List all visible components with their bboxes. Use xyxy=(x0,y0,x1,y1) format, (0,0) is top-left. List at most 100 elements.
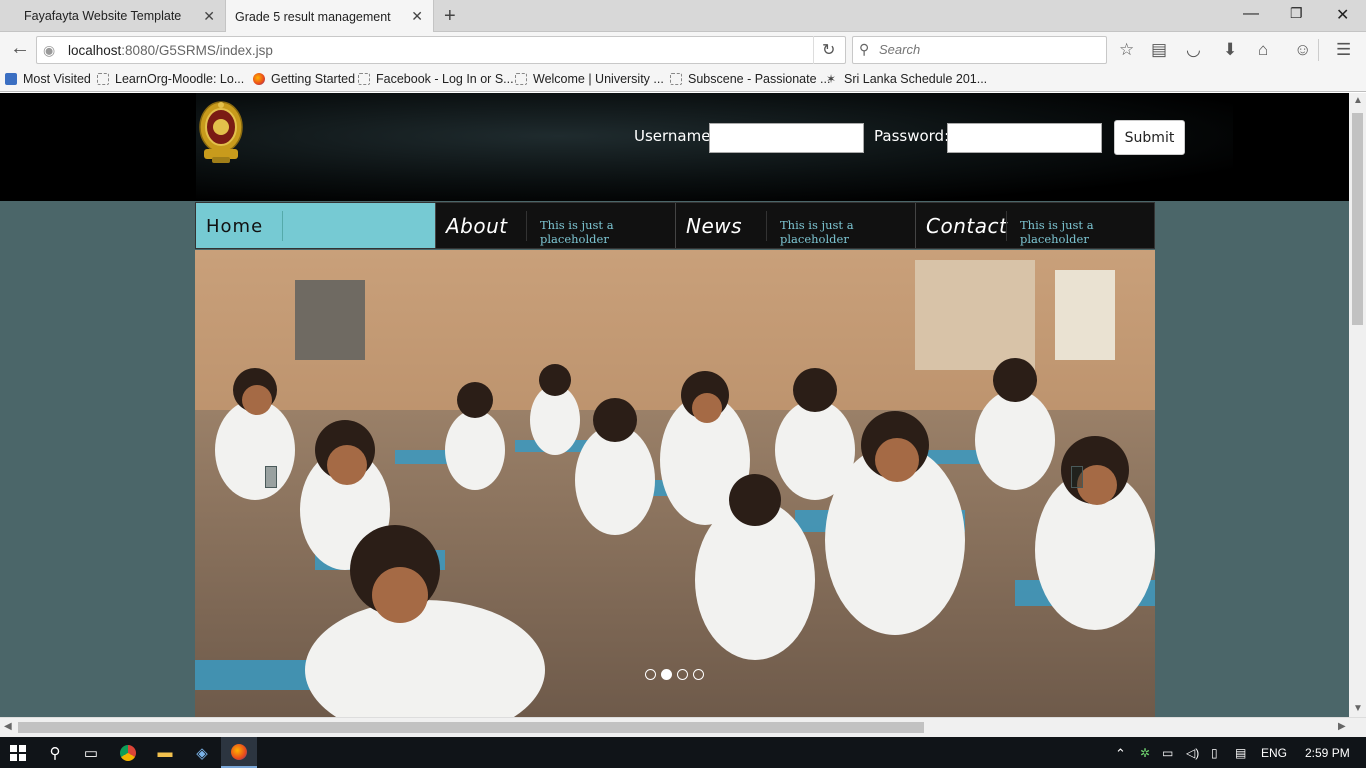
slider-dot[interactable] xyxy=(693,669,704,680)
action-center-icon[interactable]: ▤ xyxy=(1235,746,1246,760)
username-field[interactable] xyxy=(709,123,864,153)
main-menu: Home About This is just a placeholder Ne… xyxy=(195,202,1155,249)
site-header: Username: Password: Submit xyxy=(0,93,1349,201)
menu-separator xyxy=(766,211,767,241)
home-icon[interactable]: ⌂ xyxy=(1258,40,1268,60)
tab-grade5[interactable]: Grade 5 result management ✕ xyxy=(225,0,434,33)
downloads-icon[interactable]: ⬇ xyxy=(1223,40,1237,60)
slider-dot[interactable] xyxy=(645,669,656,680)
vertical-scrollbar[interactable]: ▲ ▼ xyxy=(1349,93,1366,717)
windows-taskbar: ⚲ ▭ ▬ ◈ ⌃ ✲ ▭ ◁) ▯ ▤ ENG 2:59 PM xyxy=(0,737,1366,768)
chrome-icon[interactable] xyxy=(110,737,146,768)
page-content: Username: Password: Submit Home About Th… xyxy=(0,93,1349,717)
task-view-icon[interactable]: ▭ xyxy=(74,737,108,768)
password-label: Password: xyxy=(874,127,950,145)
site-info-icon[interactable]: ◉ xyxy=(43,42,55,59)
minimize-icon[interactable]: — xyxy=(1243,5,1259,23)
scroll-thumb[interactable] xyxy=(18,722,924,733)
password-field[interactable] xyxy=(947,123,1102,153)
tab-title: Fayafayta Website Template xyxy=(24,9,182,23)
bookmarks-toolbar: Most Visited LearnOrg-Moodle: Lo... Gett… xyxy=(0,68,1366,92)
slider-prev-arrow[interactable] xyxy=(265,466,277,488)
navigation-toolbar: ← ◉ localhost:8080/G5SRMS/index.jsp ↻ ⚲ … xyxy=(0,32,1366,68)
menu-item-about[interactable]: About This is just a placeholder xyxy=(436,203,676,248)
classroom-photo xyxy=(195,250,1155,717)
reload-icon[interactable]: ↻ xyxy=(822,40,835,60)
star-icon: ✶ xyxy=(826,72,837,86)
most-visited-icon xyxy=(5,73,17,85)
menu-separator xyxy=(282,211,283,241)
search-input[interactable] xyxy=(879,42,1099,57)
new-tab-icon[interactable]: + xyxy=(444,4,456,28)
menu-item-home[interactable]: Home xyxy=(196,203,436,248)
bookmark-getting-started[interactable]: Getting Started xyxy=(253,72,355,86)
virtualbox-icon[interactable]: ◈ xyxy=(184,737,220,768)
language-indicator[interactable]: ENG xyxy=(1261,746,1287,760)
horizontal-scrollbar[interactable]: ◀ ▶ xyxy=(0,717,1366,737)
menu-item-label: About xyxy=(446,214,508,238)
search-icon: ⚲ xyxy=(859,41,870,57)
page-icon xyxy=(670,73,682,85)
scroll-down-icon[interactable]: ▼ xyxy=(1353,703,1363,714)
bookmark-learnorg[interactable]: LearnOrg-Moodle: Lo... xyxy=(97,72,244,86)
menu-item-desc: This is just a placeholder xyxy=(780,218,854,246)
search-bar[interactable]: ⚲ xyxy=(852,36,1107,64)
back-icon[interactable]: ← xyxy=(10,38,30,58)
bookmark-facebook[interactable]: Facebook - Log In or S... xyxy=(358,72,514,86)
bookmark-sri-lanka[interactable]: ✶ Sri Lanka Schedule 201... xyxy=(826,72,987,86)
tab-strip: Fayafayta Website Template ✕ Grade 5 res… xyxy=(0,0,1366,33)
slider-pagination xyxy=(645,669,704,680)
close-tab-icon[interactable]: ✕ xyxy=(411,8,423,25)
menu-item-label: Home xyxy=(206,216,264,237)
tab-fayafayta[interactable]: Fayafayta Website Template ✕ xyxy=(0,0,225,32)
restore-icon[interactable]: ❐ xyxy=(1290,5,1303,22)
tab-title: Grade 5 result management xyxy=(235,9,391,24)
scroll-thumb[interactable] xyxy=(1352,113,1363,325)
menu-icon[interactable]: ☰ xyxy=(1336,40,1351,60)
menu-item-label: Contact xyxy=(926,214,1008,238)
bookmark-subscene[interactable]: Subscene - Passionate ... xyxy=(670,72,830,86)
start-button[interactable] xyxy=(0,737,36,768)
url-text[interactable]: localhost:8080/G5SRMS/index.jsp xyxy=(68,43,273,58)
menu-item-desc: This is just a placeholder xyxy=(1020,218,1094,246)
search-icon[interactable]: ⚲ xyxy=(38,737,72,768)
tray-app-icon[interactable]: ✲ xyxy=(1140,746,1150,760)
reading-list-icon[interactable]: ▤ xyxy=(1151,40,1167,60)
scroll-left-icon[interactable]: ◀ xyxy=(4,721,12,732)
menu-item-news[interactable]: News This is just a placeholder xyxy=(676,203,916,248)
scroll-up-icon[interactable]: ▲ xyxy=(1353,95,1363,106)
slider-next-arrow[interactable] xyxy=(1071,466,1083,488)
chat-icon[interactable]: ☺ xyxy=(1294,40,1311,60)
page-icon xyxy=(515,73,527,85)
emblem-logo[interactable] xyxy=(198,99,244,165)
tray-expand-icon[interactable]: ⌃ xyxy=(1115,746,1126,762)
menu-separator xyxy=(1006,211,1007,241)
url-bar[interactable]: ◉ localhost:8080/G5SRMS/index.jsp ↻ xyxy=(36,36,846,64)
clock[interactable]: 2:59 PM xyxy=(1305,746,1350,760)
bookmark-university[interactable]: Welcome | University ... xyxy=(515,72,664,86)
close-window-icon[interactable]: ✕ xyxy=(1336,5,1349,25)
battery-icon[interactable]: ▭ xyxy=(1162,746,1173,760)
bookmark-most-visited[interactable]: Most Visited xyxy=(5,72,91,86)
volume-icon[interactable]: ◁) xyxy=(1186,746,1199,760)
scroll-right-icon[interactable]: ▶ xyxy=(1338,721,1346,732)
close-tab-icon[interactable]: ✕ xyxy=(203,8,215,25)
page-icon xyxy=(358,73,370,85)
bookmark-star-icon[interactable]: ☆ xyxy=(1119,40,1134,60)
url-separator xyxy=(813,36,814,64)
page-icon xyxy=(97,73,109,85)
slider-dot[interactable] xyxy=(677,669,688,680)
image-slider xyxy=(195,250,1155,717)
pocket-icon[interactable]: ◡ xyxy=(1186,40,1201,60)
slider-dot-active[interactable] xyxy=(661,669,672,680)
username-label: Username: xyxy=(634,127,716,145)
network-icon[interactable]: ▯ xyxy=(1211,746,1218,760)
firefox-icon xyxy=(253,73,265,85)
menu-separator xyxy=(526,211,527,241)
firefox-taskbar-icon[interactable] xyxy=(221,737,257,768)
toolbar-separator xyxy=(1318,39,1319,61)
file-explorer-icon[interactable]: ▬ xyxy=(147,737,183,768)
menu-item-label: News xyxy=(686,214,743,238)
submit-button[interactable]: Submit xyxy=(1114,120,1185,155)
menu-item-contact[interactable]: Contact This is just a placeholder xyxy=(916,203,1156,248)
